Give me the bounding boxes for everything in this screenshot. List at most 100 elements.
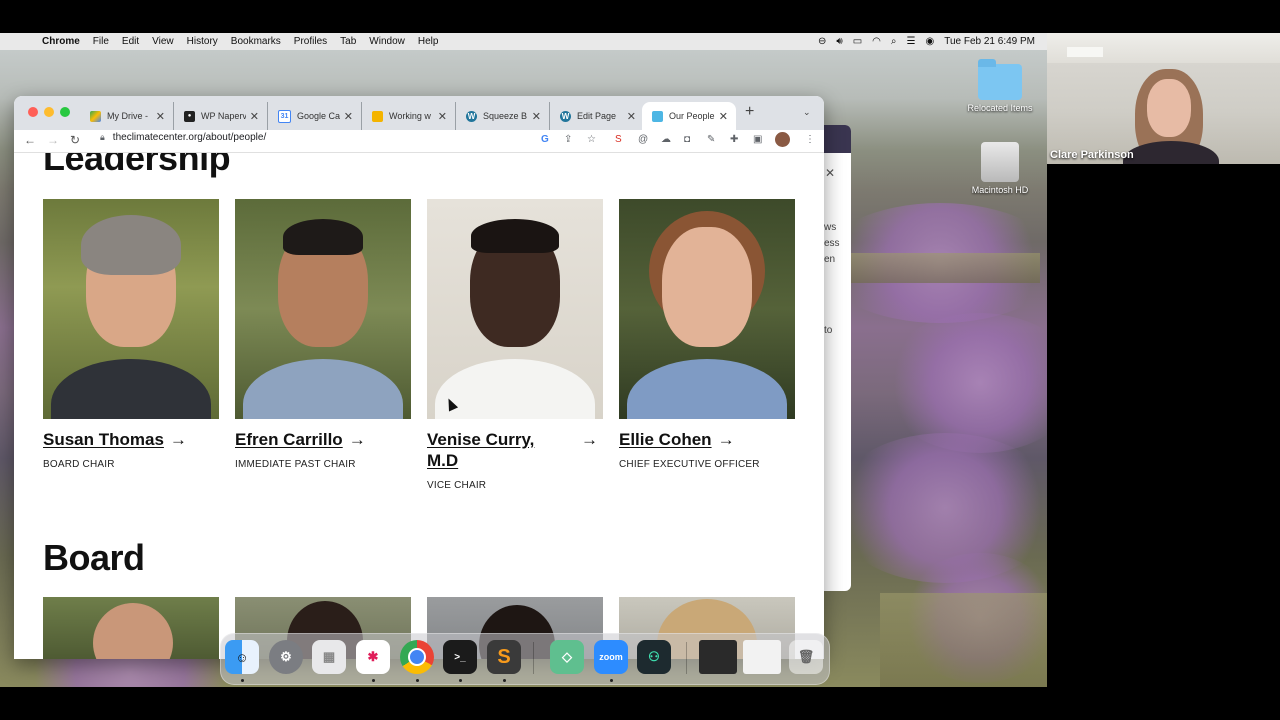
side-panel-icon[interactable]: ▣ <box>753 134 762 145</box>
dock-gitkraken-icon[interactable]: ⚇ <box>637 640 671 674</box>
lock-icon[interactable]: 🔒︎ <box>100 132 105 143</box>
menu-help[interactable]: Help <box>418 36 439 47</box>
dock-zoom-icon[interactable]: zoom <box>594 640 628 674</box>
wordpress-icon: W <box>560 110 571 122</box>
chrome-menu-icon[interactable]: ⋮ <box>805 134 815 145</box>
dock-system-preferences-icon[interactable]: ⚙ <box>269 640 303 674</box>
reload-icon[interactable]: ↻ <box>70 133 80 147</box>
board-photo[interactable] <box>43 597 219 659</box>
website-icon: ● <box>184 110 195 122</box>
desktop-item-label: Relocated Items <box>967 103 1033 113</box>
person-name-link[interactable]: Susan Thomas → <box>43 429 219 450</box>
focus-status-icon[interactable]: ⊖ <box>818 36 826 47</box>
menu-history[interactable]: History <box>187 36 218 47</box>
menu-window[interactable]: Window <box>369 36 405 47</box>
menu-tab[interactable]: Tab <box>340 36 356 47</box>
bookmark-star-icon[interactable]: ☆ <box>587 134 596 145</box>
menu-view[interactable]: View <box>152 36 174 47</box>
tab-search-chevron-icon[interactable]: ⌄ <box>803 107 811 118</box>
chrome-window[interactable]: My Drive - ✕ ● WP Naperv ✕ 31 Google Cal… <box>14 96 824 659</box>
menu-edit[interactable]: Edit <box>122 36 139 47</box>
desktop-item-macintosh-hd[interactable]: Macintosh HD <box>955 142 1045 195</box>
volume-icon[interactable]: 🔊︎ <box>836 36 842 47</box>
close-tab-icon[interactable]: ✕ <box>344 110 353 123</box>
close-icon[interactable]: ✕ <box>825 166 835 180</box>
participant-name: Clare Parkinson <box>1050 149 1134 161</box>
person-name-link[interactable]: Venise Curry, M.D → <box>427 429 598 471</box>
zoom-window-button[interactable] <box>60 107 70 117</box>
menu-profiles[interactable]: Profiles <box>294 36 327 47</box>
person-photo[interactable] <box>427 199 603 419</box>
close-tab-icon[interactable]: ✕ <box>438 110 447 123</box>
close-tab-icon[interactable]: ✕ <box>156 110 165 123</box>
arrow-right-icon: → <box>717 430 735 449</box>
dock-launchpad-icon[interactable]: ▦ <box>312 640 346 674</box>
person-name-link[interactable]: Ellie Cohen → <box>619 429 795 450</box>
tab-strip: My Drive - ✕ ● WP Naperv ✕ 31 Google Cal… <box>14 96 824 130</box>
spotlight-search-icon[interactable]: ⌕ <box>891 36 897 47</box>
close-tab-icon[interactable]: ✕ <box>627 110 636 123</box>
person-card-susan-thomas[interactable]: Susan Thomas → BOARD CHAIR <box>43 199 219 470</box>
extension-eyedropper-icon[interactable]: ✎ <box>707 134 715 145</box>
board-heading: Board <box>43 537 145 578</box>
share-icon[interactable]: ⇪ <box>564 134 572 145</box>
dock-minimized-window-icon[interactable] <box>699 640 737 674</box>
google-slides-icon <box>372 110 383 122</box>
person-role: CHIEF EXECUTIVE OFFICER <box>619 459 760 470</box>
desktop-item-relocated-items[interactable]: Relocated Items <box>955 59 1045 113</box>
tab-edit-page[interactable]: W Edit Page ✕ <box>550 102 644 130</box>
dock-trash-icon[interactable]: 🗑︎ <box>789 640 823 674</box>
dock-slack-icon[interactable]: ✱ <box>356 640 390 674</box>
new-tab-button[interactable]: + <box>745 103 754 121</box>
dock-terminal-icon[interactable]: >_ <box>443 640 477 674</box>
menu-clock[interactable]: Tue Feb 21 6:49 PM <box>944 36 1035 47</box>
close-tab-icon[interactable]: ✕ <box>250 110 259 123</box>
page-content: Leadership Susan Thomas → BOARD CHAIR Efr… <box>14 153 824 659</box>
person-photo[interactable] <box>619 199 795 419</box>
close-tab-icon[interactable]: ✕ <box>532 110 541 123</box>
tab-squeeze[interactable]: W Squeeze B ✕ <box>456 102 550 130</box>
dock-sublime-text-icon[interactable]: S <box>487 640 521 674</box>
extension-cloud-icon[interactable]: ☁ <box>661 134 671 145</box>
forward-arrow-icon[interactable]: → <box>47 133 59 147</box>
tab-wp-naperville[interactable]: ● WP Naperv ✕ <box>174 102 268 130</box>
tab-my-drive[interactable]: My Drive - ✕ <box>80 102 174 130</box>
back-arrow-icon[interactable]: ← <box>24 133 36 147</box>
person-card-efren-carrillo[interactable]: Efren Carrillo → IMMEDIATE PAST CHAIR <box>235 199 411 470</box>
menu-bookmarks[interactable]: Bookmarks <box>231 36 281 47</box>
tab-working-with[interactable]: Working w ✕ <box>362 102 456 130</box>
menu-file[interactable]: File <box>93 36 109 47</box>
minimize-window-button[interactable] <box>44 107 54 117</box>
extension-s-icon[interactable]: S <box>615 134 622 145</box>
control-center-icon[interactable]: ☰ <box>907 36 916 47</box>
person-card-venise-curry[interactable]: Venise Curry, M.D → VICE CHAIR <box>427 199 603 491</box>
extension-camera-icon[interactable]: ◘ <box>684 134 690 145</box>
close-tab-icon[interactable]: ✕ <box>719 110 728 123</box>
participant-face <box>1147 79 1191 137</box>
wordpress-icon: W <box>466 110 477 122</box>
dock-chrome-icon[interactable] <box>400 640 434 674</box>
siri-icon[interactable]: ◉ <box>925 36 934 47</box>
webcam-video: Clare Parkinson <box>1047 33 1280 164</box>
dock-minimized-chrome-window-icon[interactable] <box>743 640 781 674</box>
address-bar-url: theclimatecenter.org/about/people/ <box>112 132 267 143</box>
wifi-icon[interactable]: ◠ <box>872 36 881 47</box>
background-window[interactable]: ✕ ws ess en to <box>824 125 851 591</box>
person-photo[interactable] <box>43 199 219 419</box>
google-lens-icon[interactable]: G <box>541 134 549 145</box>
dock-finder-icon[interactable]: ☺ <box>225 640 259 674</box>
person-card-ellie-cohen[interactable]: Ellie Cohen → CHIEF EXECUTIVE OFFICER <box>619 199 795 470</box>
dock-pluto-icon[interactable]: ◇ <box>550 640 584 674</box>
person-photo[interactable] <box>235 199 411 419</box>
extensions-puzzle-icon[interactable]: ✚ <box>730 134 738 145</box>
battery-icon[interactable]: ▭ <box>853 36 862 47</box>
address-bar[interactable]: 🔒︎ theclimatecenter.org/about/people/ <box>100 132 266 143</box>
tab-our-people[interactable]: Our People ✕ <box>642 102 736 130</box>
extension-at-icon[interactable]: @ <box>638 134 648 145</box>
profile-avatar[interactable] <box>775 132 790 147</box>
tab-google-calendar[interactable]: 31 Google Cal ✕ <box>268 102 362 130</box>
hard-drive-icon <box>981 142 1019 182</box>
person-name-link[interactable]: Efren Carrillo → <box>235 429 411 450</box>
close-window-button[interactable] <box>28 107 38 117</box>
menu-app-name[interactable]: Chrome <box>42 36 80 47</box>
